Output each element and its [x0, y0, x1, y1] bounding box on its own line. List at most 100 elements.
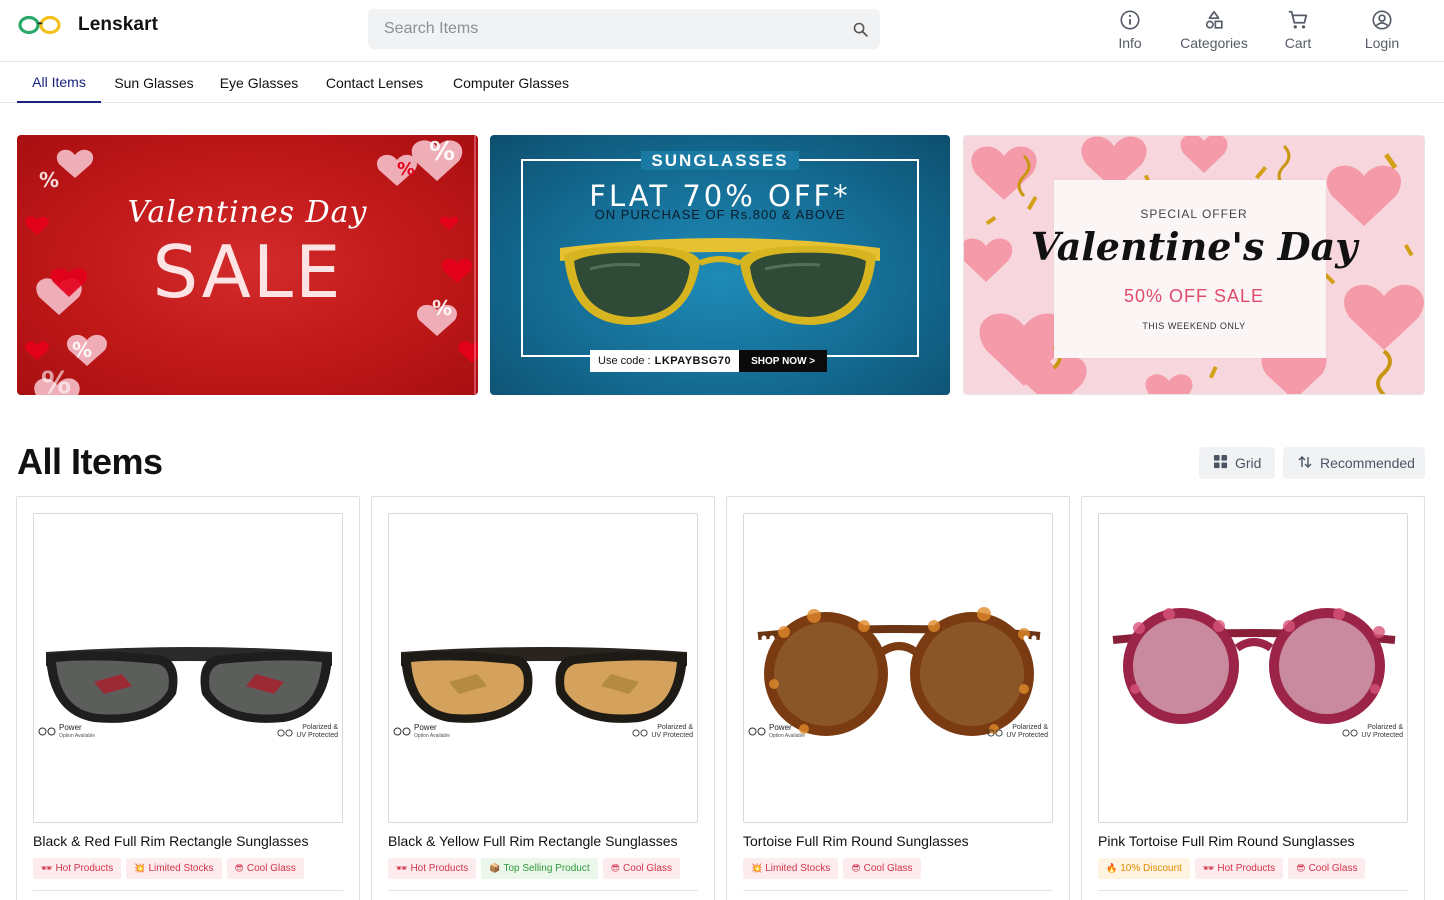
top-header: Lenskart Info Categories Cart — [0, 0, 1444, 62]
polar-line1: Polarized & — [1367, 724, 1403, 731]
sunglasses-illustration-icon — [560, 238, 880, 325]
product-tags: 🕶 Hot Products 💥 Limited Stocks 😎 Cool Glas… — [33, 858, 304, 879]
power-label: Power — [769, 723, 792, 732]
info-button[interactable]: Info — [1101, 8, 1159, 51]
polar-line1: Polarized & — [302, 724, 338, 731]
svg-text:%: % — [41, 366, 71, 395]
offer-percent-text: 50% OFF SALE — [1123, 286, 1265, 306]
polar-line2: UV Protected — [1361, 732, 1403, 739]
coupon-label: Use code : — [598, 355, 651, 367]
grid-view-button[interactable]: Grid — [1199, 447, 1275, 479]
categories-button[interactable]: Categories — [1174, 8, 1254, 51]
product-tag: 😎 Cool Glass — [602, 858, 680, 879]
svg-text:%: % — [39, 168, 59, 192]
sunglasses-round-icon — [1112, 608, 1396, 724]
product-tags: 🕶 Hot Products 📦 Top Selling Product 😎 Cool… — [388, 858, 680, 879]
product-image[interactable]: Power Option Available Polarized & UV Prot… — [743, 513, 1053, 823]
brand-logo[interactable]: Lenskart — [18, 14, 158, 36]
tab-computer-glasses[interactable]: Computer Glasses — [438, 62, 584, 103]
power-badge-text: Power Option Available — [414, 724, 450, 740]
sunglasses-round-icon — [757, 607, 1041, 736]
special-offer-text: SPECIAL OFFER — [1140, 207, 1248, 221]
product-tag: 🔥 10% Discount — [1098, 858, 1190, 879]
section-title: All Items — [17, 441, 163, 482]
tag-text: 10% Discount — [1120, 863, 1182, 874]
glasses-outline-icon — [748, 727, 766, 738]
search-input[interactable] — [368, 9, 838, 49]
tag-text: Limited Stocks — [148, 863, 214, 874]
tag-emoji-icon: 🕶 — [41, 863, 53, 873]
polarized-badge-text: Polarized & UV Protected — [1006, 724, 1048, 740]
card-divider — [743, 890, 1053, 891]
product-tags: 🔥 10% Discount 🕶 Hot Products 😎 Cool Glass — [1098, 858, 1366, 879]
product-name[interactable]: Black & Yellow Full Rim Rectangle Sungla… — [388, 833, 677, 849]
cart-button[interactable]: Cart — [1269, 8, 1327, 51]
tab-eye-glasses[interactable]: Eye Glasses — [207, 62, 311, 103]
banner-sunglasses-offer[interactable]: SUNGLASSES FLAT 70% OFF* ON PURCHASE OF … — [490, 135, 950, 395]
banner-valentines-special[interactable]: SPECIAL OFFER Valentine's Day 50% OFF SA… — [963, 135, 1425, 395]
product-image[interactable]: Power Option Available Polarized & UV Prot… — [388, 513, 698, 823]
tab-contact-lenses[interactable]: Contact Lenses — [311, 62, 438, 103]
product-tag: 💥 Limited Stocks — [743, 858, 839, 879]
product-card[interactable]: Power Option Available Polarized & UV Prot… — [371, 496, 715, 900]
tag-emoji-icon: 💥 — [134, 863, 146, 873]
product-tags: 💥 Limited Stocks 😎 Cool Glass — [743, 858, 921, 879]
tag-text: Cool Glass — [246, 863, 296, 874]
banner-valentines-sale[interactable]: % % % % % % Valentines Day SALE — [17, 135, 478, 395]
tag-emoji-icon: 😎 — [1296, 863, 1306, 873]
product-card[interactable]: Power Option Available Polarized & UV Prot… — [16, 496, 360, 900]
card-divider — [388, 890, 698, 891]
power-label: Power — [414, 723, 437, 732]
sort-icon — [1297, 454, 1313, 473]
shop-now-button[interactable]: SHOP NOW > — [739, 350, 828, 372]
coupon-value: LKPAYBSG70 — [654, 355, 732, 367]
polarized-badge: Polarized & UV Protected — [1342, 724, 1403, 740]
login-button[interactable]: Login — [1353, 8, 1411, 51]
product-tag: 😎 Cool Glass — [226, 858, 304, 879]
product-tag: 😎 Cool Glass — [843, 858, 921, 879]
sort-label: Recommended — [1320, 455, 1415, 471]
tab-all-items[interactable]: All Items — [17, 62, 101, 103]
product-name[interactable]: Pink Tortoise Full Rim Round Sunglasses — [1098, 833, 1355, 849]
glasses-outline-icon — [987, 729, 1003, 740]
info-label: Info — [1118, 35, 1142, 51]
sort-button[interactable]: Recommended — [1283, 447, 1425, 479]
tag-text: Hot Products — [1217, 863, 1276, 874]
grid-label: Grid — [1235, 455, 1262, 471]
sunglasses-rectangle-icon — [401, 647, 687, 723]
product-tag: 🕶 Hot Products — [33, 858, 122, 879]
tag-emoji-icon: 🔥 — [1106, 863, 1118, 873]
product-card[interactable]: Power Option Available Polarized & UV Prot… — [726, 496, 1070, 900]
login-label: Login — [1364, 35, 1400, 51]
product-card[interactable]: Polarized & UV Protected Pink Tortoise Fu… — [1081, 496, 1425, 900]
power-sub: Option Available — [59, 733, 96, 739]
banner-title-text: SUNGLASSES — [641, 151, 799, 170]
offer-note-text: THIS WEEKEND ONLY — [1142, 321, 1246, 331]
tag-text: Limited Stocks — [765, 863, 831, 874]
polarized-badge-text: Polarized & UV Protected — [651, 724, 693, 740]
tab-sun-glasses[interactable]: Sun Glasses — [101, 62, 207, 103]
power-badge-text: Power Option Available — [59, 724, 95, 740]
product-image[interactable]: Power Option Available Polarized & UV Prot… — [33, 513, 343, 823]
categories-label: Categories — [1180, 35, 1248, 51]
search-icon[interactable] — [850, 19, 870, 39]
tag-text: Cool Glass — [623, 863, 672, 874]
product-name[interactable]: Black & Red Full Rim Rectangle Sunglasse… — [33, 833, 308, 849]
product-image[interactable]: Polarized & UV Protected — [1098, 513, 1408, 823]
lenskart-logo-icon — [18, 15, 61, 35]
valentines-script-text: Valentine's Day — [1030, 224, 1358, 269]
power-sub: Option Available — [769, 733, 806, 739]
banner-sale-text: SALE — [152, 230, 343, 314]
glasses-outline-icon — [38, 727, 56, 738]
svg-text:%: % — [397, 159, 415, 180]
power-option-badge: Power Option Available — [38, 724, 95, 740]
product-tag: 📦 Top Selling Product — [481, 858, 598, 879]
category-tabs: All Items Sun Glasses Eye Glasses Contac… — [0, 62, 1444, 103]
banner-condition-text: ON PURCHASE OF Rs.800 & ABOVE — [594, 207, 846, 222]
tag-emoji-icon: 💥 — [751, 863, 763, 873]
svg-text:%: % — [429, 137, 455, 167]
cart-label: Cart — [1284, 35, 1312, 51]
coupon-code: Use code : LKPAYBSG70 — [590, 350, 740, 372]
product-name[interactable]: Tortoise Full Rim Round Sunglasses — [743, 833, 969, 849]
tag-text: Hot Products — [55, 863, 114, 874]
